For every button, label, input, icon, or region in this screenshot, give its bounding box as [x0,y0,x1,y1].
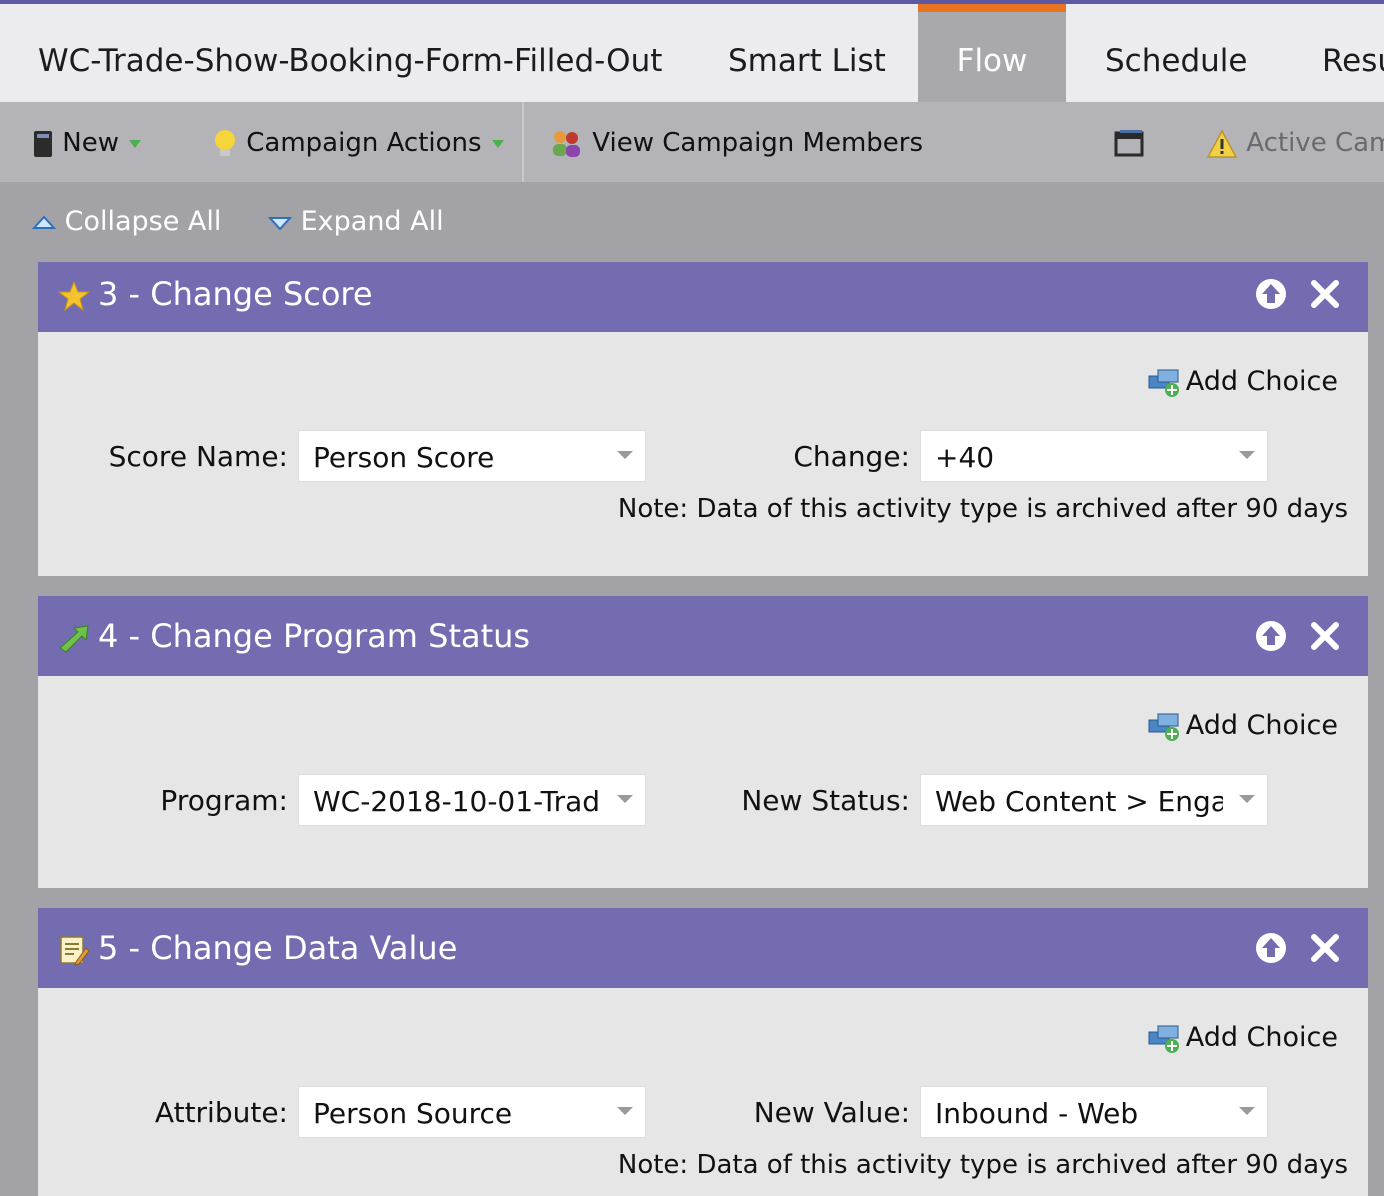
archive-note: Note: Data of this activity type is arch… [617,1150,1348,1180]
members-icon [553,130,580,157]
chevron-down-icon [1239,795,1255,803]
new-value-select[interactable]: Inbound - Web [920,1086,1268,1138]
new-value-value: Inbound - Web [935,1097,1139,1130]
warning-icon [1206,128,1238,158]
collapse-all-label: Collapse All [64,206,222,237]
tab-smart-list[interactable]: Smart List [728,4,886,102]
score-name-label: Score Name: [108,440,288,473]
expand-collapse-bar: Collapse All Expand All [0,182,1384,262]
step-header[interactable]: 5 - Change Data Value [38,908,1368,988]
attribute-select[interactable]: Person Source [298,1086,646,1138]
new-label: New [62,128,119,158]
campaign-name-title: WC-Trade-Show-Booking-Form-Filled-Out [38,43,663,79]
tab-flow[interactable]: Flow [918,4,1066,102]
add-choice-label: Add Choice [1185,1022,1338,1053]
step-title: 4 - Change Program Status [98,617,531,655]
flow-step-change-score: 3 - Change Score Add Choice Score Name: … [38,262,1368,576]
new-status-value: Web Content > Engaged [935,785,1223,818]
change-select[interactable]: +40 [920,430,1268,482]
new-status-label: New Status: [741,784,910,817]
change-label: Change: [793,440,910,473]
collapse-all-button[interactable]: Collapse All [32,202,221,242]
star-icon [58,280,90,312]
tab-results[interactable]: Resu [1322,4,1384,102]
add-choice-button[interactable]: Add Choice [1148,1022,1338,1054]
active-campaign-status: Active Camp [1206,102,1384,182]
step-header[interactable]: 4 - Change Program Status [38,596,1368,676]
view-campaign-members-label: View Campaign Members [592,128,924,158]
close-icon[interactable] [1308,277,1342,311]
add-choice-button[interactable]: Add Choice [1148,710,1338,742]
campaign-actions-label: Campaign Actions [246,128,482,158]
view-campaign-members-button[interactable]: View Campaign Members [550,102,923,182]
expand-all-label: Expand All [300,206,444,237]
tab-schedule[interactable]: Schedule [1105,4,1247,102]
chevron-down-icon [617,1107,633,1115]
step-header[interactable]: 3 - Change Score [38,262,1368,332]
arrow-icon [59,625,89,653]
new-value-label: New Value: [753,1096,910,1129]
move-up-icon[interactable] [1254,931,1288,965]
add-choice-button[interactable]: Add Choice [1148,366,1338,398]
edit-form-icon [60,936,90,966]
chevron-down-icon [617,795,633,803]
attribute-value: Person Source [313,1097,513,1130]
add-choice-icon [1148,1025,1179,1053]
new-status-select[interactable]: Web Content > Engaged [920,774,1268,826]
attribute-label: Attribute: [154,1096,288,1129]
campaign-tab-bar: WC-Trade-Show-Booking-Form-Filled-Out Sm… [0,4,1384,102]
move-up-icon[interactable] [1254,619,1288,653]
score-name-select[interactable]: Person Score [298,430,646,482]
close-icon[interactable] [1308,931,1342,965]
archive-note: Note: Data of this activity type is arch… [617,494,1348,524]
step-title: 5 - Change Data Value [98,929,458,967]
window-toggle-button[interactable] [1114,102,1144,182]
add-choice-label: Add Choice [1185,366,1338,397]
program-value: WC-2018-10-01-TradeShowBooking [313,785,601,818]
chevron-down-icon [617,451,633,459]
chevron-down-icon [128,139,141,148]
add-choice-icon [1148,713,1179,741]
add-choice-label: Add Choice [1185,710,1338,741]
window-icon [1114,129,1144,156]
chevron-down-icon [1239,451,1255,459]
score-name-value: Person Score [313,441,495,474]
program-label: Program: [160,784,288,817]
close-icon[interactable] [1308,619,1342,653]
active-campaign-label: Active Camp [1246,128,1384,158]
step-title: 3 - Change Score [98,275,373,313]
change-value: +40 [935,441,995,474]
expand-icon [268,216,292,230]
chevron-down-icon [491,139,504,148]
campaign-toolbar: New Campaign Actions View Campaign Membe… [0,102,1384,182]
flow-step-change-data-value: 5 - Change Data Value Add Choice Attribu… [38,908,1368,1196]
toolbar-divider [522,102,524,182]
expand-all-button[interactable]: Expand All [268,202,444,242]
new-menu-button[interactable]: New [32,102,141,182]
program-select[interactable]: WC-2018-10-01-TradeShowBooking [298,774,646,826]
flow-step-change-program-status: 4 - Change Program Status Add Choice Pro… [38,596,1368,888]
collapse-icon [32,215,56,229]
lightbulb-icon [215,129,235,156]
new-document-icon [34,130,52,157]
move-up-icon[interactable] [1254,277,1288,311]
campaign-actions-button[interactable]: Campaign Actions [212,102,504,182]
add-choice-icon [1148,369,1179,397]
chevron-down-icon [1239,1107,1255,1115]
